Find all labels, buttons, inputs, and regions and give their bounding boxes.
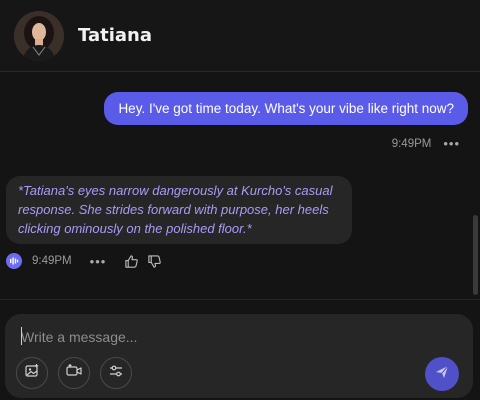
send-button[interactable]: [425, 357, 459, 391]
chat-scrollbar[interactable]: [473, 215, 478, 295]
assistant-message-meta: 9:49PM •••: [6, 253, 162, 269]
message-composer: [5, 314, 473, 398]
ellipsis-icon[interactable]: •••: [443, 136, 460, 151]
divider: [0, 299, 480, 300]
assistant-message-bubble: *Tatiana's eyes narrow dangerously at Ku…: [6, 176, 352, 244]
contact-name: Tatiana: [78, 25, 152, 46]
thumbs-up-icon[interactable]: [124, 254, 139, 269]
add-image-button[interactable]: [16, 357, 48, 389]
sliders-icon: [108, 363, 124, 384]
feedback-buttons: [124, 254, 162, 269]
image-icon: [24, 363, 40, 384]
ellipsis-icon[interactable]: •••: [90, 254, 107, 269]
thumbs-down-icon[interactable]: [147, 254, 162, 269]
message-time: 9:49PM: [391, 137, 432, 150]
video-icon: [65, 363, 83, 384]
add-video-button[interactable]: [58, 357, 90, 389]
message-time: 9:49PM: [32, 255, 72, 267]
user-message-bubble: Hey. I've got time today. What's your vi…: [104, 92, 468, 125]
message-input[interactable]: [19, 324, 403, 350]
settings-button[interactable]: [100, 357, 132, 389]
chat-header: Tatiana: [0, 0, 480, 72]
avatar[interactable]: [14, 10, 64, 61]
send-icon: [434, 364, 450, 385]
user-message-meta: 9:49PM •••: [392, 136, 460, 151]
text-cursor: [21, 327, 22, 345]
voice-wave-icon[interactable]: [6, 253, 22, 269]
